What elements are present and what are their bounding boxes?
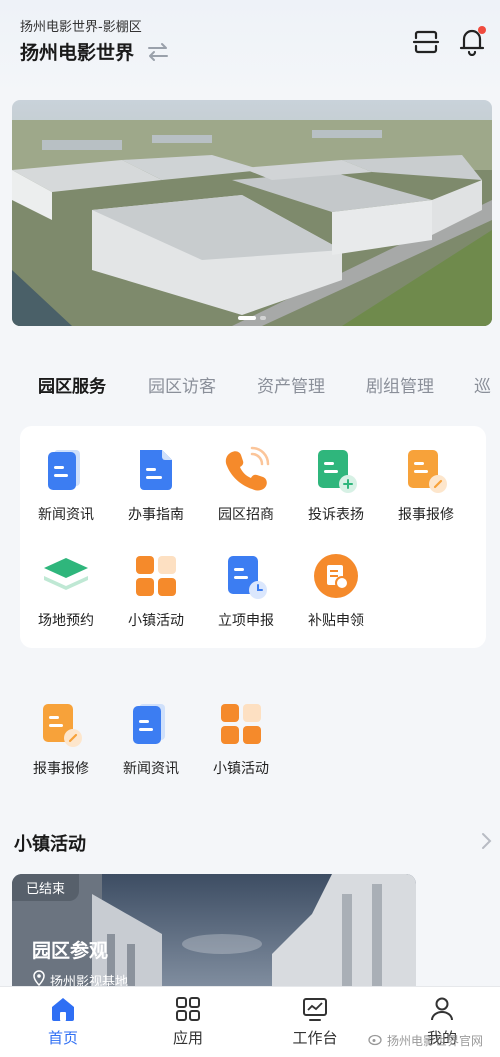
activity-card[interactable]: 已结束 园区参观 扬州影视基地 <box>12 874 416 1004</box>
activity-icon <box>217 700 265 748</box>
news-icon <box>127 700 175 748</box>
tab-park-visitor[interactable]: 园区访客 <box>148 372 216 397</box>
service-investment[interactable]: 园区招商 <box>201 446 291 524</box>
news-icon <box>42 446 90 494</box>
service-label: 报事报修 <box>398 507 454 523</box>
service-project[interactable]: 立项申报 <box>201 552 291 630</box>
user-icon <box>428 995 456 1023</box>
services-card: 新闻资讯 办事指南 园区招商 投诉表扬 报事报修 场地预约 小镇活动 立项申报 … <box>20 426 486 648</box>
quick-activity[interactable]: 小镇活动 <box>196 700 286 778</box>
service-tabs: 园区服务 园区访客 资产管理 剧组管理 巡 <box>0 372 500 402</box>
banner-carousel[interactable] <box>12 100 492 326</box>
complaint-icon <box>312 446 360 494</box>
home-icon <box>49 995 77 1023</box>
swap-icon[interactable] <box>146 40 170 64</box>
location-subtitle: 扬州电影世界-影棚区 <box>20 20 142 35</box>
quick-news[interactable]: 新闻资讯 <box>106 700 196 778</box>
tab-asset-management[interactable]: 资产管理 <box>257 372 325 397</box>
nav-apps[interactable]: 应用 <box>138 995 238 1048</box>
apps-icon <box>174 995 202 1023</box>
title-row[interactable]: 扬州电影世界 <box>20 38 170 65</box>
quick-repair[interactable]: 报事报修 <box>16 700 106 778</box>
nav-label: 首页 <box>47 1029 78 1047</box>
nav-label: 工作台 <box>292 1029 338 1047</box>
service-label: 补贴申领 <box>308 613 364 629</box>
activity-icon <box>132 552 180 600</box>
chevron-right-icon[interactable] <box>480 832 492 850</box>
service-guide[interactable]: 办事指南 <box>111 446 201 524</box>
service-label: 投诉表扬 <box>308 507 364 523</box>
service-repair[interactable]: 报事报修 <box>381 446 471 524</box>
project-icon <box>222 552 270 600</box>
service-label: 场地预约 <box>38 613 94 629</box>
service-label: 新闻资讯 <box>38 507 94 523</box>
status-badge: 已结束 <box>12 874 80 901</box>
service-activity[interactable]: 小镇活动 <box>111 552 201 630</box>
service-label: 小镇活动 <box>128 613 184 629</box>
tab-patrol[interactable]: 巡 <box>474 372 491 397</box>
tab-park-service[interactable]: 园区服务 <box>38 372 106 397</box>
notification-badge <box>478 26 486 34</box>
nav-home[interactable]: 首页 <box>13 995 113 1048</box>
service-label: 立项申报 <box>218 613 274 629</box>
page-title[interactable]: 扬州电影世界 <box>20 38 134 65</box>
carousel-indicator <box>12 316 492 320</box>
service-subsidy[interactable]: 补贴申领 <box>291 552 381 630</box>
workbench-icon <box>301 995 329 1023</box>
banner-image <box>12 100 492 326</box>
section-title: 小镇活动 <box>14 834 86 855</box>
guide-icon <box>132 446 180 494</box>
service-complaint[interactable]: 投诉表扬 <box>291 446 381 524</box>
repair-icon <box>37 700 85 748</box>
service-news[interactable]: 新闻资讯 <box>21 446 111 524</box>
phone-icon <box>222 446 270 494</box>
service-label: 园区招商 <box>218 507 274 523</box>
nav-workbench[interactable]: 工作台 <box>265 995 365 1048</box>
nav-label: 应用 <box>172 1029 203 1047</box>
weibo-icon <box>368 1032 384 1049</box>
watermark: 扬州电影世界官网 <box>368 1032 483 1049</box>
service-label: 办事指南 <box>128 507 184 523</box>
venue-icon <box>42 552 90 600</box>
subsidy-icon <box>312 552 360 600</box>
service-venue[interactable]: 场地预约 <box>21 552 111 630</box>
tab-crew-management[interactable]: 剧组管理 <box>366 372 434 397</box>
quick-label: 新闻资讯 <box>123 761 179 777</box>
watermark-text: 扬州电影世界官网 <box>387 1034 484 1048</box>
repair-icon <box>402 446 450 494</box>
quick-access: 报事报修 新闻资讯 小镇活动 <box>0 690 500 790</box>
header: 扬州电影世界-影棚区 扬州电影世界 <box>0 0 500 96</box>
activity-name: 园区参观 <box>32 940 109 962</box>
scan-icon[interactable] <box>412 28 440 56</box>
quick-label: 小镇活动 <box>213 761 269 777</box>
quick-label: 报事报修 <box>33 761 89 777</box>
